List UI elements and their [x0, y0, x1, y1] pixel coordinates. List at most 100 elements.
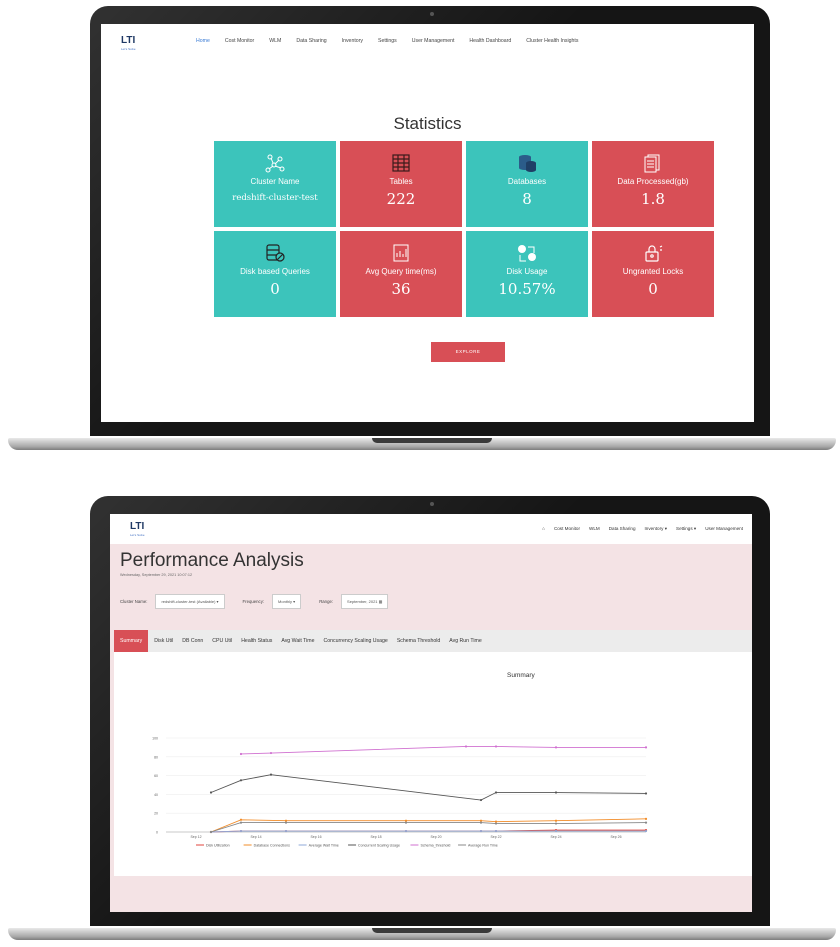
stat-label: Disk based Queries [240, 267, 310, 276]
data-point [239, 821, 243, 824]
stat-tile-tables[interactable]: Tables 222 [340, 141, 462, 227]
data-point [269, 751, 273, 755]
cluster-label: Cluster Name: [120, 599, 148, 604]
tab-health-status[interactable]: Health Status [241, 638, 272, 644]
stat-label: Ungranted Locks [622, 267, 684, 276]
top-nav-menu: ⌂ Cost Monitor WLM Data Sharing Inventory ▾… [542, 526, 752, 532]
lock-icon [592, 243, 714, 263]
cluster-select[interactable]: redshift-cluster-test (Available) ▾ [155, 594, 225, 609]
nav-item-inventory[interactable]: Inventory [342, 38, 363, 44]
table-icon [340, 153, 462, 173]
summary-chart: 0 20 40 60 80 100 Sep 12 Sep 14 Sep 16 Sep 18 Sep … [152, 737, 648, 847]
nav-item-user-management[interactable]: User Management [705, 526, 743, 532]
tab-db-conn[interactable]: DB Conn [182, 638, 203, 644]
nav-item-health-dashboard[interactable]: Health Dashboard [469, 38, 511, 44]
stat-value: 0 [648, 280, 658, 298]
nav-item-settings[interactable]: Settings [378, 38, 397, 44]
laptop-top: LTI Let's Solve Home Cost Monitor WLM Data S… [0, 0, 840, 460]
data-point [644, 821, 648, 824]
nav-item-wlm[interactable]: WLM [589, 526, 600, 532]
data-point [644, 829, 648, 833]
nav-item-settings[interactable]: Settings ▾ [676, 526, 696, 532]
data-point [284, 821, 288, 824]
frequency-select[interactable]: Monthly ▾ [272, 594, 302, 609]
tab-cpu-util[interactable]: CPU Util [212, 638, 232, 644]
legend-label: Database Connections [254, 843, 291, 847]
legend-label: Schema_threshold [420, 843, 450, 847]
y-tick-label: 100 [152, 737, 158, 741]
data-point [554, 746, 558, 749]
nav-item-user-management[interactable]: User Management [412, 38, 455, 44]
nav-item-cluster-health-insights[interactable]: Cluster Health Insights [526, 38, 578, 44]
data-point [404, 829, 408, 833]
page-title: Performance Analysis [120, 550, 304, 571]
laptop-notch [372, 928, 492, 933]
tab-summary[interactable]: Summary [114, 630, 149, 652]
frequency-label: Frequency: [242, 599, 265, 604]
stat-label: Databases [507, 177, 547, 186]
dashboard-screen: LTI Let's Solve Home Cost Monitor WLM Data S… [101, 24, 754, 422]
data-point [404, 821, 408, 824]
stat-tile-avg-query-time-ms[interactable]: Avg Query time(ms) 36 [340, 231, 462, 317]
nav-item-home[interactable]: Home [196, 38, 210, 44]
data-point [554, 829, 558, 833]
chart-title: Summary [507, 672, 535, 679]
stat-tile-data-processed-gb[interactable]: Data Processed(gb) 1.8 [592, 141, 714, 227]
tab-avg-wait-time[interactable]: Avg Wait Time [281, 638, 314, 644]
laptop-bottom: LTI Let's Solve ⌂ Cost Monitor WLM Data Sha… [0, 490, 840, 947]
stat-label: Avg Query time(ms) [365, 267, 437, 276]
network-icon [214, 153, 336, 173]
stat-value: 10.57% [498, 280, 556, 298]
stat-value: 36 [391, 280, 411, 298]
top-nav-menu: Home Cost Monitor WLM Data Sharing Inventory… [196, 38, 593, 44]
nav-item-inventory[interactable]: Inventory ▾ [645, 526, 667, 532]
x-tick-label: Sep 22 [490, 835, 501, 839]
data-point [239, 829, 243, 833]
data-point [554, 819, 558, 822]
x-tick-label: Sep 26 [610, 835, 621, 839]
data-point [284, 819, 288, 822]
stat-tile-databases[interactable]: Databases 8 [466, 141, 588, 227]
stat-value: 0 [270, 280, 280, 298]
data-point [554, 791, 558, 794]
data-point [644, 792, 648, 795]
tab-avg-run-time[interactable]: Avg Run Time [449, 638, 481, 644]
database-icon [466, 153, 588, 173]
x-tick-label: Sep 16 [310, 835, 321, 839]
home-icon[interactable]: ⌂ [542, 526, 545, 532]
tab-concurrency-scaling-usage[interactable]: Concurrency Scaling Usage [324, 638, 388, 644]
stat-tile-disk-usage[interactable]: Disk Usage 10.57% [466, 231, 588, 317]
data-point [239, 779, 243, 782]
top-navbar: LTI Let's Solve ⌂ Cost Monitor WLM Data Sha… [110, 514, 752, 544]
camera-icon [430, 12, 434, 16]
calendar-icon[interactable]: ▦ [379, 599, 383, 604]
top-navbar: LTI Let's Solve Home Cost Monitor WLM Data S… [101, 24, 754, 60]
range-picker[interactable]: September, 2021 ▦ [341, 594, 389, 609]
stat-label: Cluster Name [250, 177, 300, 186]
nav-item-cost-monitor[interactable]: Cost Monitor [554, 526, 580, 532]
stat-value: redshift-cluster-test [232, 193, 318, 203]
data-point [479, 829, 483, 833]
legend-label: Disk Utilization [206, 843, 230, 847]
nav-item-data-sharing[interactable]: Data Sharing [609, 526, 636, 532]
x-tick-label: Sep 14 [250, 835, 261, 839]
stat-tile-ungranted-locks[interactable]: Ungranted Locks 0 [592, 231, 714, 317]
tab-disk-util[interactable]: Disk Util [154, 638, 173, 644]
x-tick-label: Sep 18 [370, 835, 381, 839]
stats-grid: Cluster Name redshift-cluster-test Tables 2… [214, 141, 716, 317]
tab-schema-threshold[interactable]: Schema Threshold [397, 638, 440, 644]
data-point [404, 819, 408, 822]
data-point [269, 773, 273, 776]
legend-label: Concurrent Scaling Usage [358, 843, 400, 847]
stat-tile-cluster-name[interactable]: Cluster Name redshift-cluster-test [214, 141, 336, 227]
camera-icon [430, 502, 434, 506]
stat-tile-disk-based-queries[interactable]: Disk based Queries 0 [214, 231, 336, 317]
data-point [479, 821, 483, 824]
nav-item-wlm[interactable]: WLM [269, 38, 281, 44]
explore-button[interactable]: EXPLORE [431, 342, 505, 362]
nav-item-data-sharing[interactable]: Data Sharing [296, 38, 326, 44]
report-icon [340, 243, 462, 263]
stat-label: Data Processed(gb) [617, 177, 689, 186]
legend-label: Average Run Time [468, 843, 498, 847]
nav-item-cost-monitor[interactable]: Cost Monitor [225, 38, 254, 44]
